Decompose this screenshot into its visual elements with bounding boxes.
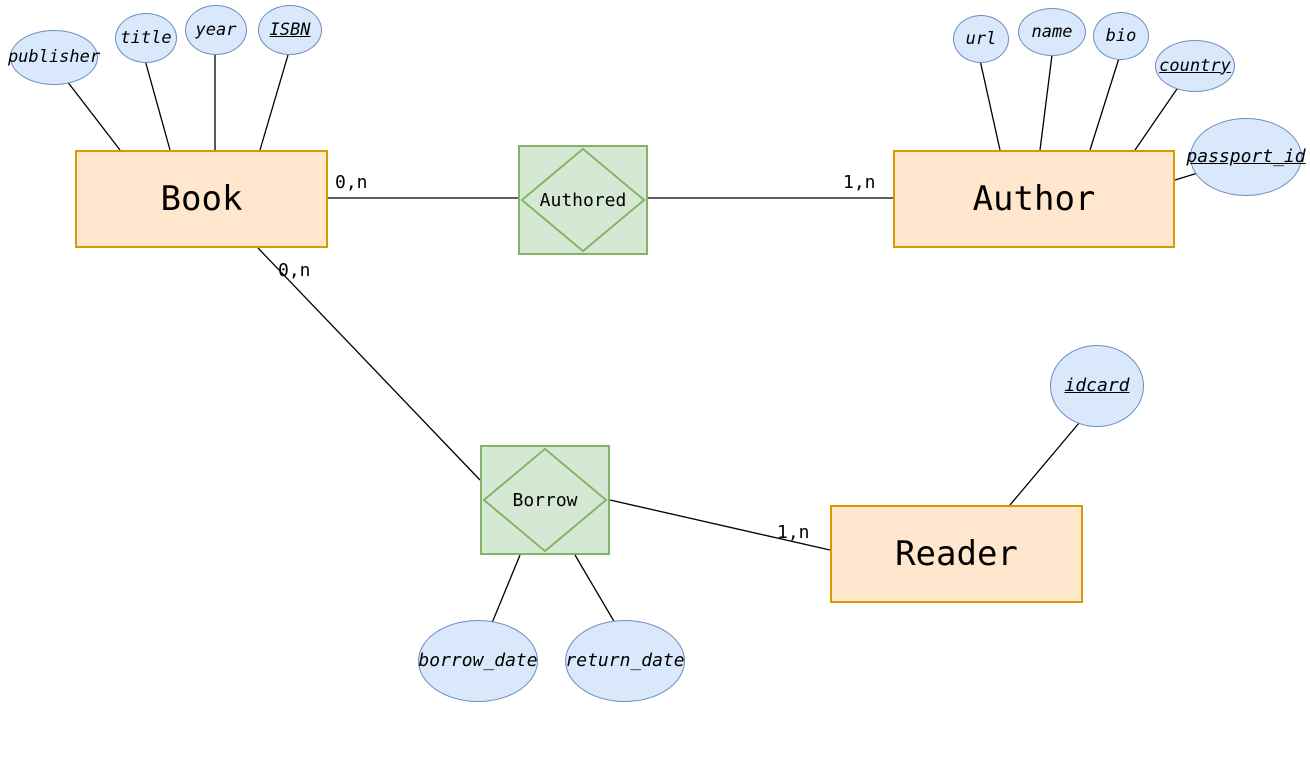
attr-publisher-label: publisher: [8, 49, 100, 66]
cardinality-reader-borrow: 1,n: [777, 522, 810, 543]
attr-borrow-date: borrow_date: [418, 620, 538, 702]
attr-year: year: [185, 5, 247, 55]
attr-bio-label: bio: [1106, 28, 1137, 45]
attr-publisher: publisher: [10, 30, 98, 85]
cardinality-author-authored: 1,n: [843, 172, 876, 193]
relationship-borrow: Borrow: [480, 445, 610, 555]
attr-idcard-label: idcard: [1064, 377, 1129, 395]
entity-author-label: Author: [973, 179, 1096, 219]
attr-title: title: [115, 13, 177, 63]
entity-author: Author: [893, 150, 1175, 248]
attr-name: name: [1018, 8, 1086, 56]
entity-reader: Reader: [830, 505, 1083, 603]
attr-return-date: return_date: [565, 620, 685, 702]
attr-country-label: country: [1159, 58, 1231, 75]
attr-title-label: title: [120, 30, 171, 47]
entity-book-label: Book: [161, 179, 243, 219]
attr-passport-id: passport_id: [1190, 118, 1302, 196]
relationship-borrow-label: Borrow: [512, 490, 577, 511]
attr-isbn-label: ISBN: [270, 22, 311, 39]
cardinality-book-authored: 0,n: [335, 172, 368, 193]
attr-url-label: url: [966, 31, 997, 48]
attr-year-label: year: [196, 22, 237, 39]
attr-idcard: idcard: [1050, 345, 1144, 427]
attr-isbn: ISBN: [258, 5, 322, 55]
relationship-authored: Authored: [518, 145, 648, 255]
relationship-authored-label: Authored: [540, 190, 627, 211]
attr-borrow-date-label: borrow_date: [418, 652, 537, 670]
attr-return-date-label: return_date: [565, 652, 684, 670]
attr-name-label: name: [1032, 24, 1073, 41]
attr-bio: bio: [1093, 12, 1149, 60]
attr-url: url: [953, 15, 1009, 63]
entity-book: Book: [75, 150, 328, 248]
attr-passport-id-label: passport_id: [1186, 148, 1305, 166]
attr-country: country: [1155, 40, 1235, 92]
entity-reader-label: Reader: [895, 534, 1018, 574]
cardinality-book-borrow: 0,n: [278, 260, 311, 281]
